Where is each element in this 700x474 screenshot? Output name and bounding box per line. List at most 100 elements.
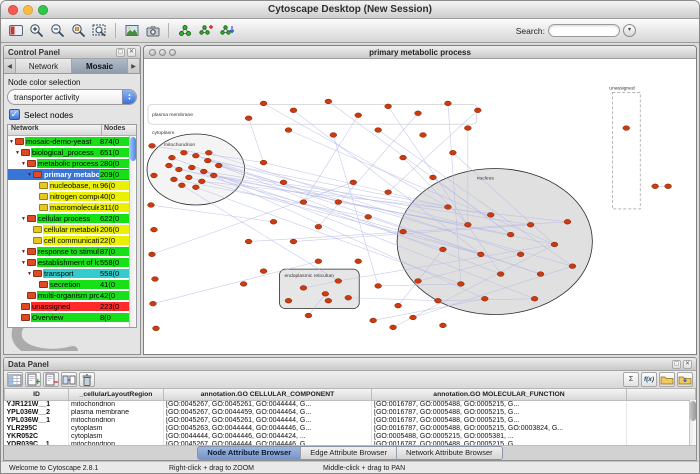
tree-row-nucleobase-nucleos[interactable]: nucleobase, nucleos96(0: [8, 180, 129, 191]
tree-row-secretion[interactable]: secretion41(0: [8, 279, 129, 290]
tree-row-primary-metabolic[interactable]: ▼primary metabolic209(0: [8, 169, 129, 180]
table-row[interactable]: YPL036W__1mitochondrion[GO:0045267, GO:0…: [5, 417, 696, 425]
graph-node[interactable]: [290, 108, 297, 113]
graph-node[interactable]: [464, 126, 471, 131]
table-row[interactable]: YJR121W__1mitochondrion[GO:0045267, GO:0…: [5, 400, 696, 409]
graph-node[interactable]: [260, 160, 267, 165]
new-attribute-button[interactable]: [25, 372, 41, 387]
window-titlebar[interactable]: Cytoscape Desktop (New Session): [1, 1, 699, 19]
tab-node-attribute-browser[interactable]: Node Attribute Browser: [198, 447, 301, 459]
tree-row-overview[interactable]: Overview8(0: [8, 312, 129, 323]
graph-node[interactable]: [652, 184, 659, 189]
graph-node[interactable]: [440, 247, 447, 252]
table-scrollbar-thumb[interactable]: [690, 401, 696, 421]
graph-node[interactable]: [474, 108, 481, 113]
graph-node[interactable]: [148, 203, 155, 208]
import-network-button[interactable]: [217, 21, 236, 40]
panel-toggle-button[interactable]: [6, 21, 25, 40]
new-network-from-selection-button[interactable]: [196, 21, 215, 40]
close-button[interactable]: [8, 5, 18, 15]
graph-node[interactable]: [245, 239, 252, 244]
graph-node[interactable]: [355, 259, 362, 264]
graph-node[interactable]: [285, 128, 292, 133]
graph-node[interactable]: [185, 175, 192, 180]
tree-scrollbar-thumb[interactable]: [130, 137, 136, 161]
graph-node[interactable]: [198, 179, 205, 184]
function-builder-button[interactable]: f(x): [641, 372, 657, 387]
graph-node[interactable]: [400, 229, 407, 234]
graph-node[interactable]: [487, 213, 494, 218]
match-attribute-button[interactable]: [61, 372, 77, 387]
graph-node[interactable]: [665, 184, 672, 189]
graph-node[interactable]: [210, 173, 217, 178]
tree-row-multi-organism-pro[interactable]: multi-organism pro42(0: [8, 290, 129, 301]
graph-node[interactable]: [430, 175, 437, 180]
graph-node[interactable]: [481, 296, 488, 301]
delete-attribute-button[interactable]: [43, 372, 59, 387]
table-column-annotation-go-molecular-function[interactable]: annotation.GO MOLECULAR_FUNCTION: [372, 389, 627, 400]
network-view-titlebar[interactable]: primary metabolic process: [144, 46, 696, 59]
graph-node[interactable]: [270, 219, 277, 224]
tree-row-transport[interactable]: ▼transport558(0: [8, 268, 129, 279]
tab-edge-attribute-browser[interactable]: Edge Attribute Browser: [301, 447, 397, 459]
import-attributes-button[interactable]: [677, 372, 693, 387]
graph-node[interactable]: [200, 169, 207, 174]
graph-node[interactable]: [192, 185, 199, 190]
network-canvas[interactable]: plasma membranecytoplasmmitochondrionnuc…: [144, 59, 696, 354]
graph-node[interactable]: [322, 291, 329, 296]
table-row[interactable]: YDR039C__1mitochondrion[GO:0045267, GO:0…: [5, 441, 696, 446]
graph-node[interactable]: [205, 150, 212, 155]
graph-node[interactable]: [440, 323, 447, 328]
graph-node[interactable]: [150, 301, 157, 306]
graph-node[interactable]: [517, 252, 524, 257]
graph-node[interactable]: [151, 173, 158, 178]
tree-row-cellular-metabolic[interactable]: cellular metabolic206(0: [8, 224, 129, 235]
search-input[interactable]: [548, 24, 620, 37]
graph-node[interactable]: [370, 318, 377, 323]
graph-node[interactable]: [325, 298, 332, 303]
tree-row-cell-communication[interactable]: cell communication22(0: [8, 235, 129, 246]
graph-node[interactable]: [151, 227, 158, 232]
graph-node[interactable]: [335, 200, 342, 205]
graph-node[interactable]: [415, 111, 422, 116]
snapshot-button[interactable]: [143, 21, 162, 40]
expand-arrow-icon[interactable]: ▼: [26, 172, 33, 178]
graph-node[interactable]: [149, 143, 156, 148]
tree-row-establishment-of-lo[interactable]: ▼establishment of lo558(0: [8, 257, 129, 268]
table-column-annotation-go-cellular-component[interactable]: annotation.GO CELLULAR_COMPONENT: [164, 389, 372, 400]
graph-node[interactable]: [260, 101, 267, 106]
delete-row-button[interactable]: [79, 372, 95, 387]
graph-node[interactable]: [623, 126, 630, 131]
graph-node[interactable]: [385, 190, 392, 195]
graph-node[interactable]: [330, 133, 337, 138]
graph-node[interactable]: [445, 101, 452, 106]
graph-node[interactable]: [551, 242, 558, 247]
zoom-out-button[interactable]: [48, 21, 67, 40]
graph-node[interactable]: [390, 325, 397, 330]
graph-node[interactable]: [153, 326, 160, 331]
expand-arrow-icon[interactable]: ▼: [20, 249, 27, 255]
graph-node[interactable]: [569, 264, 576, 269]
graph-node[interactable]: [300, 286, 307, 291]
tab-mosaic[interactable]: Mosaic: [72, 59, 128, 73]
graph-node[interactable]: [497, 272, 504, 277]
tree-scrollbar[interactable]: [129, 136, 136, 327]
table-row[interactable]: YPL036W__2plasma membrane[GO:0045267, GO…: [5, 409, 696, 417]
table-column-cellularlayoutregion[interactable]: _cellularLayoutRegion: [69, 389, 164, 400]
tab-network[interactable]: Network: [16, 59, 72, 73]
zoom-selected-button[interactable]: [69, 21, 88, 40]
table-column-id[interactable]: ID: [5, 389, 69, 400]
graph-node[interactable]: [280, 180, 287, 185]
graph-node[interactable]: [527, 222, 534, 227]
tree-row-mosaic-demo-yeast[interactable]: ▼mosaic-demo-yeast874(0: [8, 136, 129, 147]
graph-node[interactable]: [325, 99, 332, 104]
expand-arrow-icon[interactable]: ▼: [20, 260, 27, 266]
expand-arrow-icon[interactable]: ▼: [20, 161, 27, 167]
graph-node[interactable]: [415, 279, 422, 284]
tree-row-nitrogen-compound[interactable]: nitrogen compound40(0: [8, 191, 129, 202]
graph-node[interactable]: [166, 163, 173, 168]
sum-button[interactable]: Σ: [623, 372, 639, 387]
frame-maximize-icon[interactable]: [169, 49, 176, 56]
graph-node[interactable]: [290, 239, 297, 244]
zoom-in-button[interactable]: [27, 21, 46, 40]
